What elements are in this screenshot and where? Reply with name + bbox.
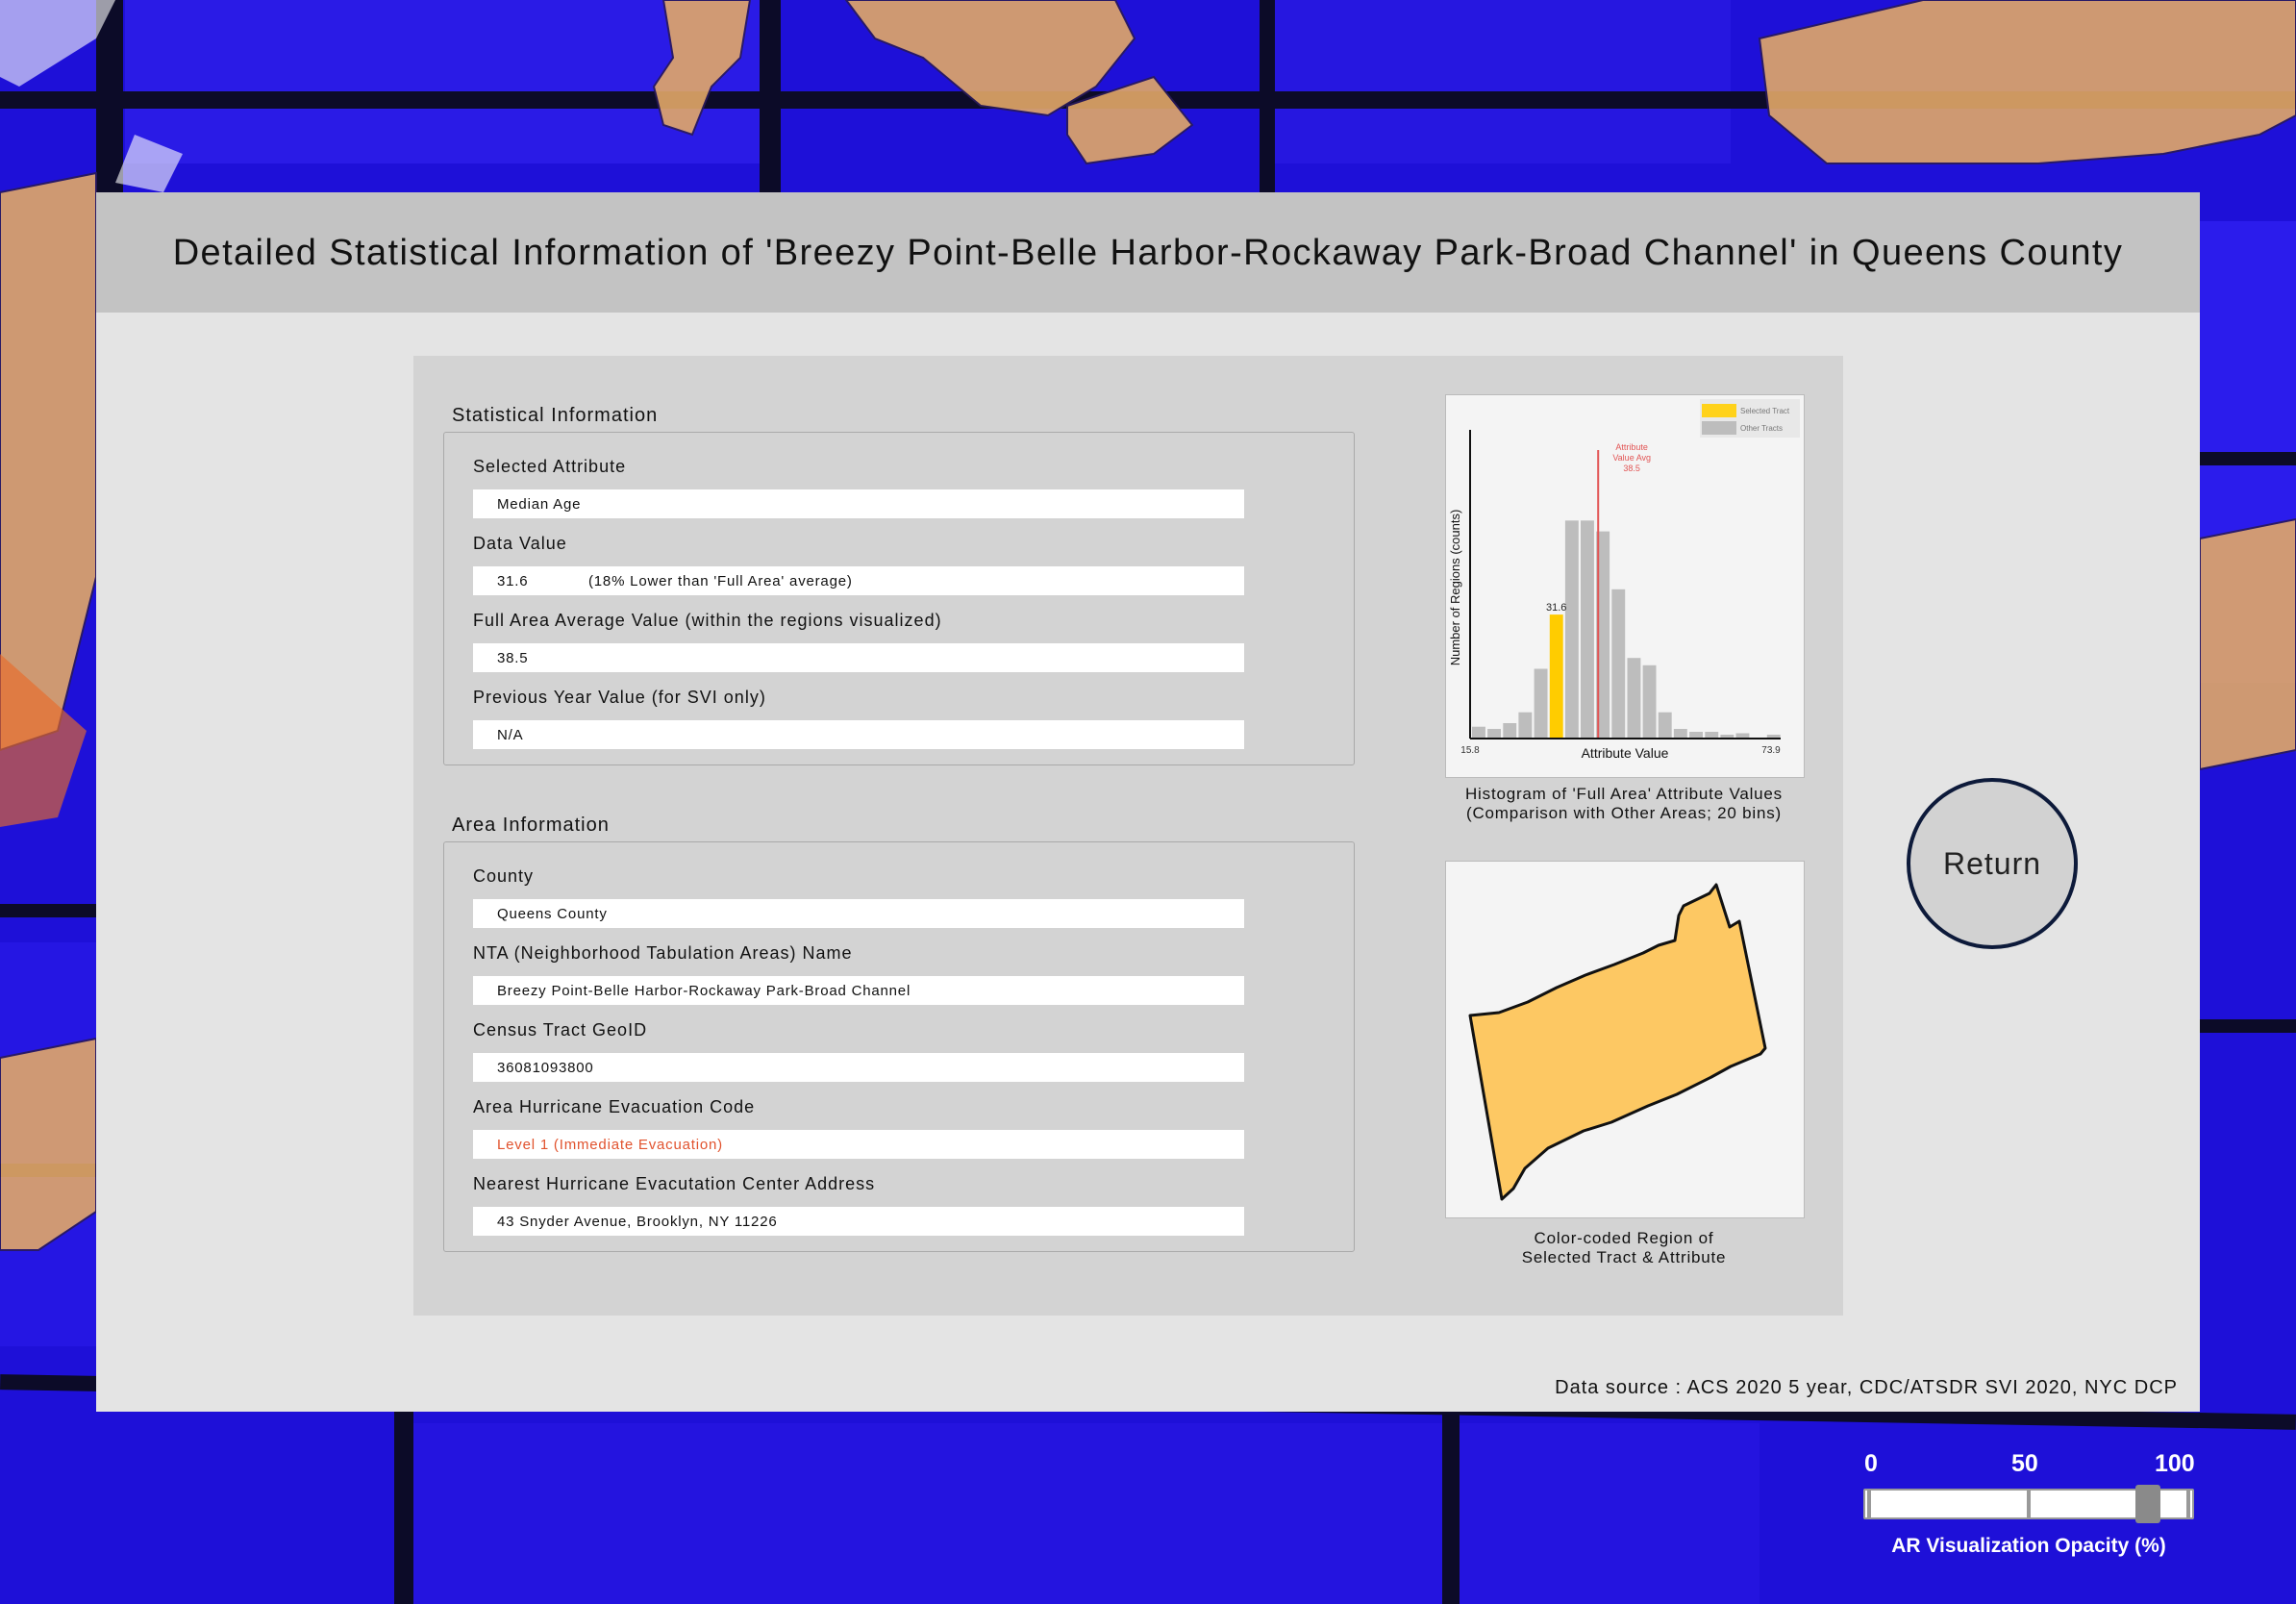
area-info-group: County Queens County NTA (Neighborhood T… [443, 841, 1355, 1252]
data-source-note: Data source : ACS 2020 5 year, CDC/ATSDR… [1555, 1377, 2178, 1398]
tract-polygon [1468, 883, 1767, 1201]
page-title: Detailed Statistical Information of 'Bre… [172, 232, 2124, 273]
histogram-card: Attribute Value Avg 38.5 31.6 15.8 73.9 At… [1445, 394, 1805, 778]
title-bar: Detailed Statistical Information of 'Bre… [96, 192, 2200, 313]
histogram-bar [1503, 723, 1517, 738]
histogram-bar [1581, 520, 1594, 738]
previous-year-field: N/A [473, 720, 1244, 749]
histogram-bar [1673, 729, 1687, 738]
county-label: County [473, 866, 535, 886]
detail-panel: Detailed Statistical Information of 'Bre… [96, 192, 2200, 1412]
histogram-bar [1735, 733, 1750, 738]
opacity-slider-thumb[interactable] [2135, 1485, 2161, 1523]
histogram-bar [1705, 732, 1719, 738]
statistical-info-group: Selected Attribute Median Age Data Value… [443, 432, 1355, 765]
histogram-bar [1766, 735, 1781, 738]
histogram-bar [1627, 658, 1641, 738]
legend-label-selected: Selected Tract [1740, 407, 1790, 415]
full-area-average-label: Full Area Average Value (within the regi… [473, 611, 942, 630]
histogram-bar [1472, 726, 1485, 738]
county-field: Queens County [473, 899, 1244, 928]
x-tick-min: 15.8 [1460, 745, 1480, 756]
legend-label-other: Other Tracts [1740, 424, 1783, 433]
geoid-field: 36081093800 [473, 1053, 1244, 1082]
histogram-caption: Histogram of 'Full Area' Attribute Value… [1464, 785, 1783, 822]
selected-attribute-field: Median Age [473, 489, 1244, 518]
histogram-bar [1720, 735, 1734, 738]
opacity-slider[interactable]: 0 50 100 AR Visualization Opacity (%) [1856, 1450, 2202, 1566]
evacuation-center-label: Nearest Hurricane Evacutation Center Add… [473, 1174, 876, 1193]
full-area-average-field: 38.5 [473, 643, 1244, 672]
histogram-bar [1611, 589, 1626, 738]
histogram-bar [1518, 712, 1533, 738]
data-value-label: Data Value [473, 534, 567, 553]
evacuation-center-field: 43 Snyder Avenue, Brooklyn, NY 11226 [473, 1207, 1244, 1236]
x-axis-label: Attribute Value [1582, 745, 1669, 761]
chart-legend: Selected Tract Other Tracts [1700, 399, 1800, 438]
statistical-info-heading: Statistical Information [452, 405, 659, 426]
legend-swatch-selected [1702, 404, 1736, 417]
data-value-comparison: (18% Lower than 'Full Area' average) [588, 573, 853, 589]
opacity-tick-50: 50 [2011, 1450, 2038, 1477]
data-value: 31.6 [497, 573, 529, 589]
region-map [1468, 883, 1767, 1201]
nta-name-label: NTA (Neighborhood Tabulation Areas) Name [473, 943, 853, 963]
evacuation-center-value: 43 Snyder Avenue, Brooklyn, NY 11226 [497, 1214, 778, 1230]
histogram-bar [1487, 729, 1501, 738]
evacuation-code-value: Level 1 (Immediate Evacuation) [497, 1137, 723, 1153]
content-area: Statistical Information Selected Attribu… [413, 356, 1843, 1316]
x-tick-max: 73.9 [1761, 745, 1781, 756]
average-label: Attribute [1615, 442, 1648, 452]
return-button[interactable]: Return [1907, 778, 2078, 949]
selected-attribute-label: Selected Attribute [473, 457, 627, 476]
geoid-label: Census Tract GeoID [473, 1020, 648, 1040]
previous-year-label: Previous Year Value (for SVI only) [473, 688, 766, 707]
region-map-card [1445, 861, 1805, 1218]
opacity-tick-100: 100 [2155, 1450, 2195, 1477]
nta-name-value: Breezy Point-Belle Harbor-Rockaway Park-… [497, 983, 911, 999]
selected-attribute-value: Median Age [497, 496, 582, 513]
histogram-bar [1534, 668, 1548, 738]
region-map-caption: Color-coded Region of Selected Tract & A… [1521, 1229, 1727, 1266]
area-info-heading: Area Information [452, 815, 610, 836]
average-label: Value Avg [1612, 453, 1651, 463]
selected-bar-label: 31.6 [1546, 602, 1566, 614]
histogram-bar [1689, 732, 1703, 738]
average-label: 38.5 [1623, 464, 1640, 473]
y-axis-label: Number of Regions (counts) [1448, 510, 1462, 666]
data-value-field: 31.6 (18% Lower than 'Full Area' average… [473, 566, 1244, 595]
full-area-average-value: 38.5 [497, 650, 529, 666]
county-value: Queens County [497, 906, 608, 922]
histogram-bar-selected [1549, 614, 1563, 738]
geoid-value: 36081093800 [497, 1060, 594, 1076]
nta-name-field: Breezy Point-Belle Harbor-Rockaway Park-… [473, 976, 1244, 1005]
legend-swatch-other [1702, 421, 1736, 435]
histogram-bar [1642, 664, 1657, 738]
histogram-bar [1564, 520, 1579, 738]
evacuation-code-label: Area Hurricane Evacuation Code [473, 1097, 756, 1116]
opacity-slider-label: AR Visualization Opacity (%) [1891, 1535, 2166, 1557]
previous-year-value: N/A [497, 727, 524, 743]
evacuation-code-field: Level 1 (Immediate Evacuation) [473, 1130, 1244, 1159]
histogram-bar [1658, 712, 1672, 738]
histogram-chart: AttributeValue Avg38.5 31.6 15.8 73.9 At… [1448, 399, 1800, 761]
opacity-tick-0: 0 [1864, 1450, 1878, 1477]
